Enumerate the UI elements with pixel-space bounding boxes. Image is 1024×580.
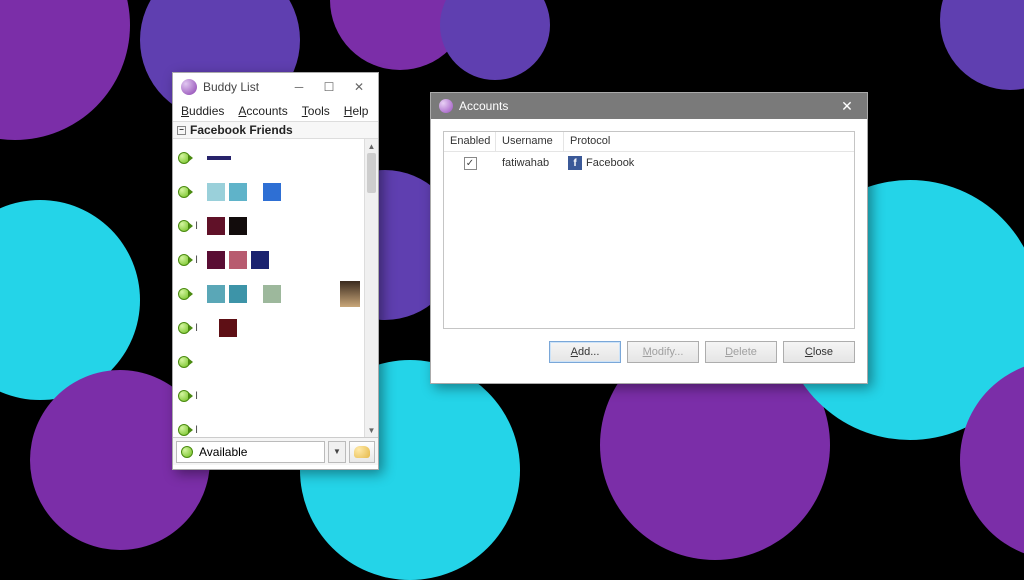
- status-bar: Available ▼: [173, 437, 378, 465]
- close-button-2[interactable]: Close: [783, 341, 855, 363]
- account-row[interactable]: ✓ fatiwahab f Facebook: [444, 152, 854, 174]
- buddy-row[interactable]: I: [173, 413, 364, 437]
- group-name: Facebook Friends: [190, 123, 293, 137]
- accounts-button[interactable]: [349, 441, 375, 463]
- bg-circle: [0, 0, 130, 140]
- col-username[interactable]: Username: [496, 132, 564, 152]
- modify-button[interactable]: Modify...: [627, 341, 699, 363]
- button-row: Add... Modify... Delete Close: [443, 341, 855, 371]
- status-available-icon: [177, 287, 191, 301]
- accounts-table: Enabled Username Protocol ✓ fatiwahab f …: [443, 131, 855, 329]
- buddy-name: I: [195, 424, 203, 436]
- table-header: Enabled Username Protocol: [444, 132, 854, 152]
- pidgin-icon: [439, 99, 453, 113]
- scrollbar[interactable]: ▲ ▼: [364, 139, 378, 437]
- accounts-window: Accounts ✕ Enabled Username Protocol ✓ f…: [430, 92, 868, 384]
- delete-button[interactable]: Delete: [705, 341, 777, 363]
- titlebar[interactable]: Buddy List ─ ☐ ✕: [173, 73, 378, 101]
- bg-circle: [940, 0, 1024, 90]
- account-protocol: Facebook: [586, 157, 634, 169]
- buddy-list-window: Buddy List ─ ☐ ✕ Buddies Accounts Tools …: [172, 72, 379, 470]
- bg-circle: [440, 0, 550, 80]
- status-available-icon: [177, 321, 191, 335]
- buddy-name: I: [195, 220, 203, 232]
- status-available-icon: [177, 423, 191, 437]
- buddy-row[interactable]: [173, 277, 364, 311]
- group-header[interactable]: − Facebook Friends: [173, 121, 378, 139]
- maximize-button[interactable]: ☐: [314, 77, 344, 97]
- scroll-down-icon[interactable]: ▼: [365, 423, 378, 437]
- status-dropdown-button[interactable]: ▼: [328, 441, 346, 463]
- buddy-name: I: [195, 390, 203, 402]
- close-button[interactable]: ✕: [833, 96, 861, 116]
- buddy-avatar: [340, 281, 360, 307]
- buddy-row[interactable]: I: [173, 243, 364, 277]
- status-available-icon: [177, 253, 191, 267]
- buddy-list[interactable]: I I: [173, 139, 364, 437]
- enabled-checkbox[interactable]: ✓: [464, 157, 477, 170]
- pidgin-icon: [181, 79, 197, 95]
- col-protocol[interactable]: Protocol: [564, 132, 854, 152]
- scroll-up-icon[interactable]: ▲: [365, 139, 378, 153]
- menu-accounts[interactable]: Accounts: [238, 104, 287, 118]
- close-button[interactable]: ✕: [344, 77, 374, 97]
- menu-tools[interactable]: Tools: [302, 104, 330, 118]
- buddy-row[interactable]: I: [173, 311, 364, 345]
- minimize-button[interactable]: ─: [284, 77, 314, 97]
- status-available-icon: [177, 219, 191, 233]
- titlebar[interactable]: Accounts ✕: [431, 93, 867, 119]
- add-button[interactable]: Add...: [549, 341, 621, 363]
- menu-buddies[interactable]: Buddies: [181, 104, 224, 118]
- status-available-icon: [181, 446, 193, 458]
- buddy-row[interactable]: I: [173, 379, 364, 413]
- account-username: fatiwahab: [496, 157, 564, 169]
- window-title: Buddy List: [203, 80, 284, 94]
- buddy-row[interactable]: [173, 175, 364, 209]
- buddy-row[interactable]: I: [173, 209, 364, 243]
- buddy-row[interactable]: [173, 141, 364, 175]
- status-available-icon: [177, 185, 191, 199]
- collapse-icon[interactable]: −: [177, 126, 186, 135]
- scroll-thumb[interactable]: [367, 153, 376, 193]
- status-available-icon: [177, 355, 191, 369]
- buddy-name: I: [195, 322, 203, 334]
- status-label: Available: [199, 445, 247, 459]
- window-title: Accounts: [459, 99, 833, 113]
- facebook-icon: f: [568, 156, 582, 170]
- status-available-icon: [177, 389, 191, 403]
- buddy-name: I: [195, 254, 203, 266]
- status-available-icon: [177, 151, 191, 165]
- col-enabled[interactable]: Enabled: [444, 132, 496, 152]
- status-selector[interactable]: Available: [176, 441, 325, 463]
- menubar: Buddies Accounts Tools Help: [173, 101, 378, 121]
- menu-help[interactable]: Help: [344, 104, 369, 118]
- buddy-row[interactable]: [173, 345, 364, 379]
